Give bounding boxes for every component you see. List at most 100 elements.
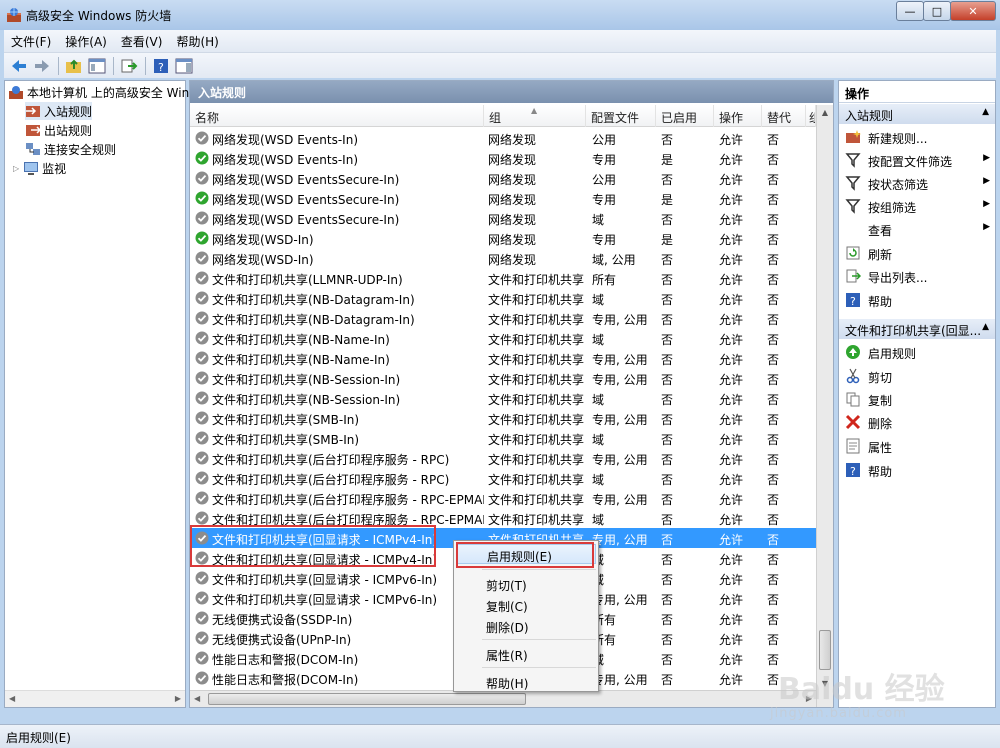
column-header-override[interactable]: 替代 [762, 105, 806, 127]
back-button[interactable] [8, 55, 30, 77]
action-new-rule[interactable]: 新建规则... [839, 127, 995, 147]
context-menu-delete[interactable]: 删除(D) [456, 616, 596, 636]
table-row[interactable]: 文件和打印机共享(LLMNR-UDP-In) 文件和打印机共享 所有 否 允许 否 [190, 268, 816, 288]
rule-action: 允许 [719, 153, 744, 167]
rules-horizontal-scrollbar[interactable]: ◀ ▶ [190, 690, 816, 707]
action-help-rule[interactable]: ? 帮助 [839, 460, 995, 480]
action-label: 删除 [868, 417, 893, 431]
scroll-up-arrow-icon[interactable]: ▲ [817, 105, 833, 121]
table-row[interactable]: 文件和打印机共享(后台打印程序服务 - RPC) 文件和打印机共享域 否 允许 否 [190, 468, 816, 488]
rule-disabled-icon [195, 371, 209, 385]
column-header-row: 名称 组 配置文件 已启用 操作 替代 组 [190, 105, 816, 127]
collapse-caret-icon[interactable]: ▲ [982, 322, 989, 332]
menu-file[interactable]: 文件(F) [4, 33, 58, 50]
action-pane-icon [175, 58, 193, 73]
rule-override: 否 [767, 193, 780, 207]
column-header-profile[interactable]: 配置文件 [586, 105, 656, 127]
table-row[interactable]: 文件和打印机共享(NB-Session-In) 文件和打印机共享 专用, 公用否允许… [190, 368, 816, 388]
monitoring-icon [24, 162, 39, 175]
rule-group: 文件和打印机共享 [488, 313, 585, 327]
table-row[interactable]: 文件和打印机共享(NB-Name-In) 文件和打印机共享域 否 允许 否 [190, 328, 816, 348]
rule-profile: 专用, 公用 [592, 673, 648, 687]
expand-arrow-icon[interactable]: ▷ [13, 164, 19, 173]
scroll-right-arrow-icon[interactable]: ▶ [175, 694, 181, 703]
action-label: 导出列表... [868, 271, 928, 285]
menu-help[interactable]: 帮助(H) [169, 33, 225, 50]
table-row[interactable]: 网络发现(WSD-In) 网络发现 专用 是 允许 否 [190, 228, 816, 248]
action-delete[interactable]: 删除 [839, 412, 995, 432]
column-header-more[interactable]: 组 [806, 105, 816, 127]
table-row[interactable]: 文件和打印机共享(NB-Datagram-In) 文件和打印机共享 专用, 公用否允… [190, 308, 816, 328]
action-cut[interactable]: 剪切 [839, 366, 995, 386]
rule-profile: 专用, 公用 [592, 593, 648, 607]
table-row[interactable]: 文件和打印机共享(后台打印程序服务 - RPC-EPMAP) 文件和打印机共享 专用… [190, 488, 816, 508]
export-list-button[interactable] [118, 55, 140, 77]
copy-icon [846, 392, 860, 407]
action-copy[interactable]: 复制 [839, 389, 995, 409]
table-row[interactable]: 文件和打印机共享(SMB-In) 文件和打印机共享域 否 允许 否 [190, 428, 816, 448]
rule-enabled: 否 [661, 173, 674, 187]
actions-section-selected-rule[interactable]: 文件和打印机共享(回显... ▲ [839, 319, 995, 339]
table-row[interactable]: 网络发现(WSD EventsSecure-In) 网络发现 域 否 允许 否 [190, 208, 816, 228]
rule-action: 允许 [719, 213, 744, 227]
action-properties[interactable]: 属性 [839, 436, 995, 456]
table-row[interactable]: 文件和打印机共享(NB-Datagram-In) 文件和打印机共享域 否 允许 否 [190, 288, 816, 308]
tree-root[interactable]: 本地计算机 上的高级安全 Wind [8, 83, 197, 101]
table-row[interactable]: 网络发现(WSD-In) 网络发现 域, 公用 否 允许 否 [190, 248, 816, 268]
tree-horizontal-scrollbar[interactable]: ◀ ▶ [5, 690, 185, 707]
action-enable-rule[interactable]: 启用规则 [839, 342, 995, 362]
forward-button[interactable] [31, 55, 53, 77]
maximize-button[interactable]: □ [923, 1, 951, 21]
table-row[interactable]: 网络发现(WSD EventsSecure-In) 网络发现 公用 否 允许 否 [190, 168, 816, 188]
help-button[interactable]: ? [150, 55, 172, 77]
table-row[interactable]: 网络发现(WSD Events-In) 网络发现 公用 否 允许 否 [190, 128, 816, 148]
minimize-button[interactable]: — [896, 1, 924, 21]
action-help[interactable]: ? 帮助 [839, 290, 995, 310]
tree-item-inbound-rules[interactable]: 入站规则 [25, 102, 93, 120]
column-header-name[interactable]: 名称 [190, 105, 484, 127]
table-row[interactable]: 网络发现(WSD EventsSecure-In) 网络发现 专用 是 允许 否 [190, 188, 816, 208]
collapse-caret-icon[interactable]: ▲ [982, 107, 989, 117]
table-row[interactable]: 文件和打印机共享(NB-Name-In) 文件和打印机共享 专用, 公用否允许否 [190, 348, 816, 368]
menu-bar: 文件(F) 操作(A) 查看(V) 帮助(H) [4, 30, 996, 52]
scrollbar-thumb[interactable] [208, 693, 526, 705]
new-rule-icon [846, 130, 861, 143]
scroll-left-arrow-icon[interactable]: ◀ [194, 694, 200, 703]
show-action-pane-button[interactable] [173, 55, 195, 77]
submenu-arrow-icon: ▶ [983, 176, 990, 186]
tree-item-monitoring[interactable]: ▷ 监视 [13, 159, 66, 177]
context-menu-cut[interactable]: 剪切(T) [456, 574, 596, 594]
tree-item-outbound-rules[interactable]: 出站规则 [25, 121, 92, 139]
title-bar[interactable]: 高级安全 Windows 防火墙 — □ ✕ [0, 0, 1000, 30]
close-button[interactable]: ✕ [950, 1, 996, 21]
action-export-list[interactable]: 导出列表... [839, 266, 995, 286]
actions-section-inbound-rules[interactable]: 入站规则 ▲ [839, 104, 995, 124]
scroll-left-arrow-icon[interactable]: ◀ [9, 694, 15, 703]
rule-group: 网络发现 [488, 233, 537, 247]
rules-vertical-scrollbar[interactable]: ▲ ▼ [816, 105, 833, 707]
svg-text:?: ? [850, 465, 856, 478]
column-header-action[interactable]: 操作 [714, 105, 762, 127]
menu-view[interactable]: 查看(V) [114, 33, 170, 50]
rule-override: 否 [767, 213, 780, 227]
action-view[interactable]: 查看 ▶ [839, 219, 995, 239]
tree-item-connection-security-rules[interactable]: 连接安全规则 [25, 140, 116, 158]
show-hide-tree-button[interactable] [86, 55, 108, 77]
up-folder-button[interactable] [63, 55, 85, 77]
table-row[interactable]: 网络发现(WSD Events-In) 网络发现 专用 是 允许 否 [190, 148, 816, 168]
enable-rule-icon [846, 345, 860, 359]
action-filter-by-state[interactable]: 按状态筛选 ▶ [839, 173, 995, 193]
action-filter-by-profile[interactable]: 按配置文件筛选 ▶ [839, 150, 995, 170]
rule-group: 文件和打印机共享 [488, 433, 585, 447]
context-menu-help[interactable]: 帮助(H) [456, 672, 596, 692]
context-menu-copy[interactable]: 复制(C) [456, 595, 596, 615]
table-row[interactable]: 文件和打印机共享(NB-Session-In) 文件和打印机共享域 否 允许 否 [190, 388, 816, 408]
action-refresh[interactable]: 刷新 [839, 243, 995, 263]
rule-profile: 专用 [592, 153, 617, 167]
action-filter-by-group[interactable]: 按组筛选 ▶ [839, 196, 995, 216]
menu-action[interactable]: 操作(A) [58, 33, 114, 50]
table-row[interactable]: 文件和打印机共享(SMB-In) 文件和打印机共享 专用, 公用否允许否 [190, 408, 816, 428]
table-row[interactable]: 文件和打印机共享(后台打印程序服务 - RPC) 文件和打印机共享 专用, 公用否允… [190, 448, 816, 468]
context-menu-properties[interactable]: 属性(R) [456, 644, 596, 664]
column-header-enabled[interactable]: 已启用 [656, 105, 714, 127]
